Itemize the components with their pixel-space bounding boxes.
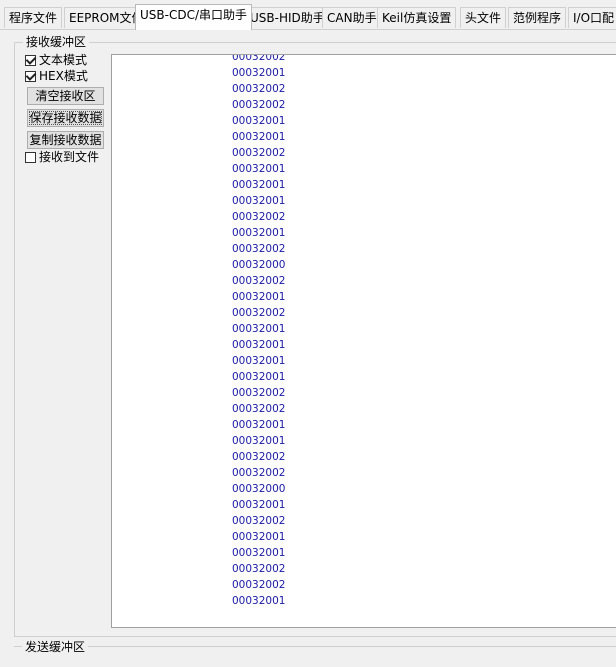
tab-usb-hid[interactable]: USB-HID助手 xyxy=(245,7,330,28)
receive-line: 00032001 xyxy=(232,163,286,175)
receive-buffer-group: 接收缓冲区 文本模式 HEX模式 清空接收区 保存接收数据 复制接收数据 接收到… xyxy=(14,34,616,637)
text-mode-checkbox[interactable]: 文本模式 xyxy=(25,52,87,68)
horizontal-scrollbar[interactable] xyxy=(111,628,616,636)
usb-cdc-page: 接收缓冲区 文本模式 HEX模式 清空接收区 保存接收数据 复制接收数据 接收到… xyxy=(0,30,616,655)
copy-receive-button[interactable]: 复制接收数据 xyxy=(27,131,104,149)
receive-line: 00032000 xyxy=(232,259,286,271)
receive-line: 00032002 xyxy=(232,54,286,63)
receive-to-file-label: 接收到文件 xyxy=(39,150,100,164)
receive-line: 00032001 xyxy=(232,131,286,143)
send-buffer-group: 发送缓冲区 xyxy=(14,639,616,667)
hex-mode-label: HEX模式 xyxy=(39,69,88,83)
receive-line: 00032001 xyxy=(232,371,286,383)
receive-to-file-checkbox[interactable]: 接收到文件 xyxy=(25,149,99,165)
receive-line: 00032001 xyxy=(232,419,286,431)
receive-line: 00032002 xyxy=(232,467,286,479)
receive-line: 00032001 xyxy=(232,595,286,607)
receive-line: 00032001 xyxy=(232,323,286,335)
checkbox-unchecked-icon xyxy=(25,151,36,163)
receive-line: 00032001 xyxy=(232,435,286,447)
receive-line: 00032001 xyxy=(232,339,286,351)
receive-line: 00032002 xyxy=(232,275,286,287)
receive-buffer-title: 接收缓冲区 xyxy=(23,34,90,50)
receive-line: 00032001 xyxy=(232,67,286,79)
receive-line: 00032002 xyxy=(232,515,286,527)
tab-program-file[interactable]: 程序文件 xyxy=(4,7,63,28)
receive-line: 00032001 xyxy=(232,547,286,559)
receive-line: 00032002 xyxy=(232,451,286,463)
receive-line: 00032001 xyxy=(232,531,286,543)
tab-header-file[interactable]: 头文件 xyxy=(460,7,507,28)
receive-line: 00032002 xyxy=(232,563,286,575)
receive-line: 00032001 xyxy=(232,115,286,127)
send-buffer-title: 发送缓冲区 xyxy=(22,639,89,655)
receive-line: 00032002 xyxy=(232,307,286,319)
receive-line: 00032002 xyxy=(232,147,286,159)
receive-line: 00032002 xyxy=(232,403,286,415)
receive-line: 00032000 xyxy=(232,483,286,495)
receive-lines: 00032002 00032001 00032002 00032002 00032001… xyxy=(232,54,286,609)
save-receive-button[interactable]: 保存接收数据 xyxy=(27,109,104,127)
receive-line: 00032002 xyxy=(232,243,286,255)
tab-keil-sim[interactable]: Keil仿真设置 xyxy=(377,7,457,28)
receive-line: 00032001 xyxy=(232,355,286,367)
receive-line: 00032002 xyxy=(232,387,286,399)
receive-line: 00032001 xyxy=(232,499,286,511)
receive-line: 00032001 xyxy=(232,227,286,239)
receive-line: 00032002 xyxy=(232,99,286,111)
receive-line: 00032002 xyxy=(232,211,286,223)
tab-io-config[interactable]: I/O口配 xyxy=(568,7,616,28)
clear-receive-button[interactable]: 清空接收区 xyxy=(27,87,104,105)
tab-bar: 程序文件 EEPROM文件 USB-CDC/串口助手 USB-HID助手 CAN… xyxy=(0,0,616,30)
tab-can[interactable]: CAN助手 xyxy=(322,7,382,28)
receive-line: 00032001 xyxy=(232,195,286,207)
receive-line: 00032002 xyxy=(232,579,286,591)
receive-text-area[interactable]: 00032002 00032001 00032002 00032002 00032001… xyxy=(111,54,616,628)
hex-mode-checkbox[interactable]: HEX模式 xyxy=(25,68,88,84)
tab-usb-cdc-serial[interactable]: USB-CDC/串口助手 xyxy=(135,4,253,30)
checkbox-checked-icon xyxy=(25,69,37,82)
text-mode-label: 文本模式 xyxy=(39,53,88,67)
receive-line: 00032001 xyxy=(232,291,286,303)
checkbox-checked-icon xyxy=(25,53,37,66)
tab-examples[interactable]: 范例程序 xyxy=(508,7,567,28)
receive-line: 00032001 xyxy=(232,179,286,191)
receive-line: 00032002 xyxy=(232,83,286,95)
